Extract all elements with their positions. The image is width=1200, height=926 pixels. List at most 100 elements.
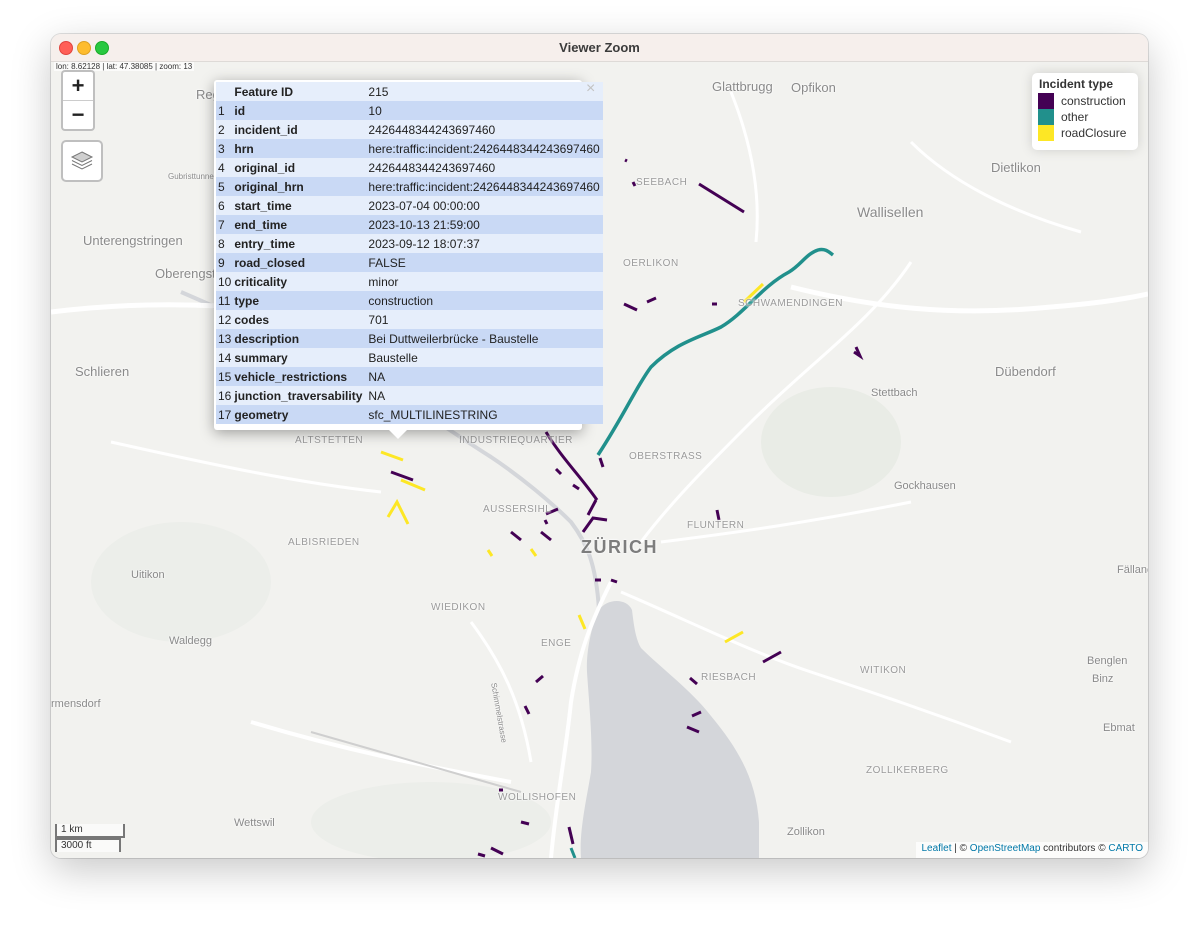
attribute-value: sfc_MULTILINESTRING <box>365 405 603 424</box>
incident-other-seg-2[interactable] <box>569 847 577 858</box>
incident-construction-seg-16[interactable] <box>510 530 522 542</box>
incident-construction-seg-29[interactable] <box>520 820 530 826</box>
incident-roadclosure-seg-4[interactable] <box>386 498 410 525</box>
incident-construction-seg-22[interactable] <box>762 650 782 664</box>
legend-swatch <box>1038 109 1054 125</box>
place-label: Ebmat <box>1103 722 1135 734</box>
incident-construction-seg-32[interactable] <box>686 725 700 734</box>
place-label: Dietlikon <box>991 160 1041 175</box>
map-canvas[interactable]: lon: 8.62128 | lat: 47.38085 | zoom: 13 … <box>51 62 1148 858</box>
incident-construction-seg-18[interactable] <box>543 519 549 525</box>
attribute-value: here:traffic:incident:242644834424369746… <box>365 177 603 196</box>
feature-popup: Feature ID 215 1 id 10 2 incident_id 24264483… <box>214 80 603 430</box>
viewer-window: Viewer Zoom lon: 8.62128 | lat: 47.38085… <box>51 34 1148 858</box>
legend-item: other <box>1038 109 1132 125</box>
table-row: 9 road_closed FALSE <box>216 253 603 272</box>
incident-construction-seg-11[interactable] <box>572 483 580 491</box>
incident-construction-seg-5[interactable] <box>646 296 657 304</box>
table-row: 5 original_hrn here:traffic:incident:24264… <box>216 177 603 196</box>
row-index: 4 <box>216 158 232 177</box>
attribute-key: hrn <box>231 139 366 158</box>
incident-roadclosure-seg-8[interactable] <box>724 630 744 644</box>
incident-construction-seg-26[interactable] <box>523 705 531 715</box>
incident-construction-seg-21[interactable] <box>715 509 721 521</box>
title-bar: Viewer Zoom <box>51 34 1148 62</box>
incident-construction-seg-23[interactable] <box>535 674 544 684</box>
table-row: 2 incident_id 2426448344243697460 <box>216 120 603 139</box>
place-label: Stettbach <box>871 387 918 399</box>
attribute-value: 2023-07-04 00:00:00 <box>365 196 603 215</box>
attribute-key: type <box>231 291 366 310</box>
attribute-value: 215 <box>365 82 603 101</box>
row-index: 6 <box>216 196 232 215</box>
attribute-key: codes <box>231 310 366 329</box>
zoom-control: + − <box>61 70 95 131</box>
table-row: 13 description Bei Duttweilerbrücke - Baus… <box>216 329 603 348</box>
incident-construction-seg-4[interactable] <box>623 302 638 312</box>
incident-construction-seg-2[interactable] <box>624 158 628 163</box>
place-label: Gubristtunnel <box>168 172 216 181</box>
place-label: rmensdorf <box>51 698 101 710</box>
zoom-out-button[interactable]: − <box>63 101 93 129</box>
incident-roadclosure-seg-3[interactable] <box>400 478 426 492</box>
incident-construction-seg-12[interactable] <box>598 457 605 468</box>
incident-construction-seg-1[interactable] <box>698 182 745 214</box>
attribute-value: construction <box>365 291 603 310</box>
row-index: 11 <box>216 291 232 310</box>
attribute-key: description <box>231 329 366 348</box>
row-index: 12 <box>216 310 232 329</box>
incident-type-legend: Incident type construction other roadClo… <box>1032 73 1138 150</box>
attribution-contributors: contributors © <box>1040 843 1109 854</box>
attribute-key: entry_time <box>231 234 366 253</box>
legend-label: other <box>1061 110 1089 124</box>
incident-construction-seg-27[interactable] <box>490 846 504 856</box>
incident-construction-seg-25[interactable] <box>691 710 702 718</box>
table-row: 1 id 10 <box>216 101 603 120</box>
attribute-value: 2023-09-12 18:07:37 <box>365 234 603 253</box>
incident-construction-seg-24[interactable] <box>689 676 698 686</box>
table-row: 12 codes 701 <box>216 310 603 329</box>
attribute-value: Bei Duttweilerbrücke - Baustelle <box>365 329 603 348</box>
legend-swatch <box>1038 93 1054 109</box>
incident-construction-seg-30[interactable] <box>567 826 575 845</box>
row-index: 13 <box>216 329 232 348</box>
row-index: 17 <box>216 405 232 424</box>
zoom-in-button[interactable]: + <box>63 72 93 101</box>
layers-control-button[interactable] <box>61 140 103 182</box>
osm-link[interactable]: OpenStreetMap <box>970 843 1041 854</box>
incident-construction-seg-31[interactable] <box>477 852 486 858</box>
incident-construction-seg-10[interactable] <box>554 467 563 476</box>
legend-item: roadClosure <box>1038 125 1132 141</box>
place-label: INDUSTRIEQUARTIER <box>459 435 573 446</box>
attribute-key: summary <box>231 348 366 367</box>
popup-tip <box>388 429 408 439</box>
carto-link[interactable]: CARTO <box>1108 843 1143 854</box>
incident-other-route[interactable] <box>596 247 835 456</box>
place-label: FLUNTERN <box>687 520 745 531</box>
feature-attribute-table: Feature ID 215 1 id 10 2 incident_id 24264483… <box>216 82 603 424</box>
incident-construction-seg-17[interactable] <box>540 530 552 542</box>
place-label: Opfikon <box>791 80 836 95</box>
place-label: ZOLLIKERBERG <box>866 765 949 776</box>
place-label: WIEDIKON <box>431 602 486 613</box>
table-row: 7 end_time 2023-10-13 21:59:00 <box>216 215 603 234</box>
popup-close-button[interactable]: × <box>586 80 595 98</box>
incident-construction-seg-3[interactable] <box>631 181 637 187</box>
leaflet-link[interactable]: Leaflet <box>921 843 951 854</box>
row-index: 14 <box>216 348 232 367</box>
incident-roadclosure-seg-5[interactable] <box>486 549 494 557</box>
attribute-value: minor <box>365 272 603 291</box>
incident-construction-seg-13[interactable] <box>586 499 598 516</box>
attribute-value: Baustelle <box>365 348 603 367</box>
incident-roadclosure-seg-2[interactable] <box>380 450 404 462</box>
incident-construction-seg-20[interactable] <box>610 578 618 584</box>
attribute-value: 2426448344243697460 <box>365 158 603 177</box>
row-index: 5 <box>216 177 232 196</box>
place-label: SCHWAMENDINGEN <box>738 298 843 309</box>
incident-construction-seg-7[interactable] <box>853 346 864 361</box>
incident-construction-seg-14[interactable] <box>581 516 608 533</box>
incident-roadclosure-seg-6[interactable] <box>529 548 538 557</box>
row-index: 7 <box>216 215 232 234</box>
incident-roadclosure-seg-7[interactable] <box>577 614 587 630</box>
place-label: ALBISRIEDEN <box>288 537 360 548</box>
